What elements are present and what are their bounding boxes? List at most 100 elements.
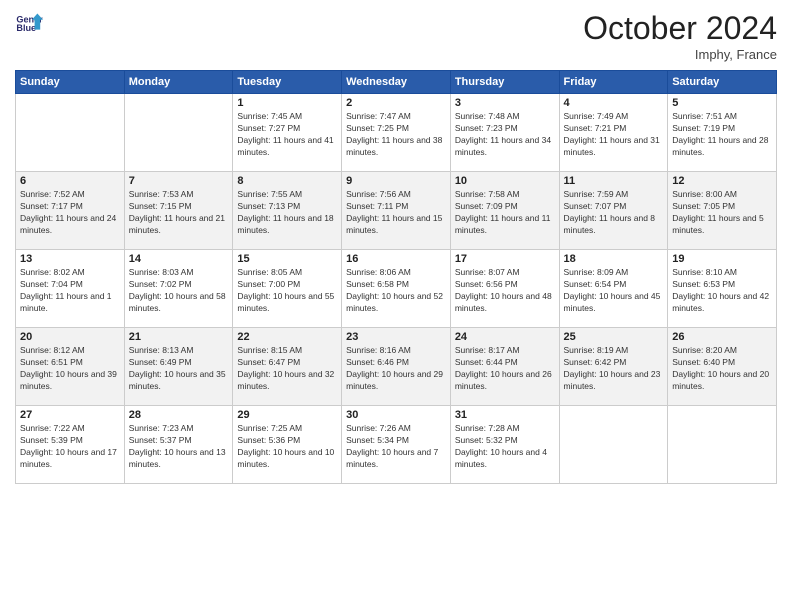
day-number: 23 [346, 331, 446, 343]
weekday-header: Wednesday [342, 71, 451, 94]
day-number: 22 [237, 331, 337, 343]
day-info: Sunrise: 8:20 AMSunset: 6:40 PMDaylight:… [672, 345, 772, 393]
day-number: 11 [564, 175, 664, 187]
calendar-cell: 15 Sunrise: 8:05 AMSunset: 7:00 PMDayligh… [233, 250, 342, 328]
day-number: 14 [129, 253, 229, 265]
day-info: Sunrise: 7:26 AMSunset: 5:34 PMDaylight:… [346, 423, 446, 471]
day-info: Sunrise: 7:55 AMSunset: 7:13 PMDaylight:… [237, 189, 337, 237]
day-info: Sunrise: 7:58 AMSunset: 7:09 PMDaylight:… [455, 189, 555, 237]
day-number: 26 [672, 331, 772, 343]
day-number: 5 [672, 97, 772, 109]
day-number: 6 [20, 175, 120, 187]
calendar-cell: 24 Sunrise: 8:17 AMSunset: 6:44 PMDayligh… [450, 328, 559, 406]
day-number: 27 [20, 409, 120, 421]
day-info: Sunrise: 7:23 AMSunset: 5:37 PMDaylight:… [129, 423, 229, 471]
calendar-cell: 25 Sunrise: 8:19 AMSunset: 6:42 PMDayligh… [559, 328, 668, 406]
calendar-cell: 10 Sunrise: 7:58 AMSunset: 7:09 PMDayligh… [450, 172, 559, 250]
calendar-cell: 22 Sunrise: 8:15 AMSunset: 6:47 PMDayligh… [233, 328, 342, 406]
day-number: 28 [129, 409, 229, 421]
day-info: Sunrise: 7:53 AMSunset: 7:15 PMDaylight:… [129, 189, 229, 237]
logo: General Blue [15, 10, 47, 38]
calendar-cell: 14 Sunrise: 8:03 AMSunset: 7:02 PMDayligh… [124, 250, 233, 328]
day-number: 20 [20, 331, 120, 343]
calendar-cell: 6 Sunrise: 7:52 AMSunset: 7:17 PMDaylight… [16, 172, 125, 250]
day-info: Sunrise: 7:45 AMSunset: 7:27 PMDaylight:… [237, 111, 337, 159]
day-info: Sunrise: 8:13 AMSunset: 6:49 PMDaylight:… [129, 345, 229, 393]
calendar-page: General Blue October 2024 Imphy, France … [0, 0, 792, 612]
day-info: Sunrise: 8:17 AMSunset: 6:44 PMDaylight:… [455, 345, 555, 393]
calendar-cell: 27 Sunrise: 7:22 AMSunset: 5:39 PMDayligh… [16, 406, 125, 484]
calendar-cell: 13Sunrise: 8:02 AMSunset: 7:04 PMDayligh… [16, 250, 125, 328]
day-number: 24 [455, 331, 555, 343]
day-number: 10 [455, 175, 555, 187]
calendar-cell [559, 406, 668, 484]
weekday-header: Thursday [450, 71, 559, 94]
day-info: Sunrise: 8:09 AMSunset: 6:54 PMDaylight:… [564, 267, 664, 315]
calendar-week-row: 1 Sunrise: 7:45 AMSunset: 7:27 PMDaylight… [16, 94, 777, 172]
calendar-cell: 30 Sunrise: 7:26 AMSunset: 5:34 PMDayligh… [342, 406, 451, 484]
day-info: Sunrise: 7:22 AMSunset: 5:39 PMDaylight:… [20, 423, 120, 471]
day-number: 31 [455, 409, 555, 421]
day-info: Sunrise: 8:10 AMSunset: 6:53 PMDaylight:… [672, 267, 772, 315]
day-info: Sunrise: 8:00 AMSunset: 7:05 PMDaylight:… [672, 189, 772, 237]
location: Imphy, France [583, 47, 777, 62]
calendar-week-row: 6 Sunrise: 7:52 AMSunset: 7:17 PMDaylight… [16, 172, 777, 250]
weekday-header: Sunday [16, 71, 125, 94]
weekday-header: Friday [559, 71, 668, 94]
calendar-cell: 28 Sunrise: 7:23 AMSunset: 5:37 PMDayligh… [124, 406, 233, 484]
day-info: Sunrise: 7:52 AMSunset: 7:17 PMDaylight:… [20, 189, 120, 237]
calendar-cell: 31 Sunrise: 7:28 AMSunset: 5:32 PMDayligh… [450, 406, 559, 484]
day-number: 3 [455, 97, 555, 109]
day-info: Sunrise: 8:16 AMSunset: 6:46 PMDaylight:… [346, 345, 446, 393]
calendar-cell: 7Sunrise: 7:53 AMSunset: 7:15 PMDaylight… [124, 172, 233, 250]
day-number: 19 [672, 253, 772, 265]
day-info: Sunrise: 8:19 AMSunset: 6:42 PMDaylight:… [564, 345, 664, 393]
calendar-cell: 2Sunrise: 7:47 AMSunset: 7:25 PMDaylight… [342, 94, 451, 172]
day-info: Sunrise: 7:48 AMSunset: 7:23 PMDaylight:… [455, 111, 555, 159]
day-info: Sunrise: 7:47 AMSunset: 7:25 PMDaylight:… [346, 111, 446, 159]
day-number: 15 [237, 253, 337, 265]
header: General Blue October 2024 Imphy, France [15, 10, 777, 62]
day-info: Sunrise: 7:28 AMSunset: 5:32 PMDaylight:… [455, 423, 555, 471]
calendar-cell [668, 406, 777, 484]
calendar-week-row: 13Sunrise: 8:02 AMSunset: 7:04 PMDayligh… [16, 250, 777, 328]
day-number: 8 [237, 175, 337, 187]
calendar-cell: 21 Sunrise: 8:13 AMSunset: 6:49 PMDayligh… [124, 328, 233, 406]
day-number: 4 [564, 97, 664, 109]
header-row: SundayMondayTuesdayWednesdayThursdayFrid… [16, 71, 777, 94]
calendar-cell: 17Sunrise: 8:07 AMSunset: 6:56 PMDayligh… [450, 250, 559, 328]
calendar-cell: 9 Sunrise: 7:56 AMSunset: 7:11 PMDaylight… [342, 172, 451, 250]
calendar-cell: 11 Sunrise: 7:59 AMSunset: 7:07 PMDayligh… [559, 172, 668, 250]
day-info: Sunrise: 8:05 AMSunset: 7:00 PMDaylight:… [237, 267, 337, 315]
calendar-cell: 4Sunrise: 7:49 AMSunset: 7:21 PMDaylight… [559, 94, 668, 172]
calendar-cell: 16Sunrise: 8:06 AMSunset: 6:58 PMDayligh… [342, 250, 451, 328]
weekday-header: Tuesday [233, 71, 342, 94]
calendar-week-row: 27 Sunrise: 7:22 AMSunset: 5:39 PMDayligh… [16, 406, 777, 484]
day-info: Sunrise: 8:03 AMSunset: 7:02 PMDaylight:… [129, 267, 229, 315]
day-number: 25 [564, 331, 664, 343]
month-title: October 2024 [583, 10, 777, 47]
day-number: 13 [20, 253, 120, 265]
day-number: 9 [346, 175, 446, 187]
day-number: 1 [237, 97, 337, 109]
day-info: Sunrise: 8:15 AMSunset: 6:47 PMDaylight:… [237, 345, 337, 393]
title-block: October 2024 Imphy, France [583, 10, 777, 62]
day-info: Sunrise: 7:59 AMSunset: 7:07 PMDaylight:… [564, 189, 664, 237]
calendar-cell: 26 Sunrise: 8:20 AMSunset: 6:40 PMDayligh… [668, 328, 777, 406]
day-number: 12 [672, 175, 772, 187]
day-info: Sunrise: 7:56 AMSunset: 7:11 PMDaylight:… [346, 189, 446, 237]
calendar-cell: 8 Sunrise: 7:55 AMSunset: 7:13 PMDaylight… [233, 172, 342, 250]
calendar-cell: 1 Sunrise: 7:45 AMSunset: 7:27 PMDaylight… [233, 94, 342, 172]
calendar-cell [16, 94, 125, 172]
day-info: Sunrise: 8:06 AMSunset: 6:58 PMDaylight:… [346, 267, 446, 315]
day-number: 21 [129, 331, 229, 343]
day-info: Sunrise: 7:25 AMSunset: 5:36 PMDaylight:… [237, 423, 337, 471]
calendar-week-row: 20Sunrise: 8:12 AMSunset: 6:51 PMDayligh… [16, 328, 777, 406]
logo-icon: General Blue [15, 10, 43, 38]
calendar-cell: 23 Sunrise: 8:16 AMSunset: 6:46 PMDayligh… [342, 328, 451, 406]
calendar-cell [124, 94, 233, 172]
calendar-cell: 3 Sunrise: 7:48 AMSunset: 7:23 PMDaylight… [450, 94, 559, 172]
day-info: Sunrise: 8:07 AMSunset: 6:56 PMDaylight:… [455, 267, 555, 315]
day-number: 30 [346, 409, 446, 421]
day-number: 18 [564, 253, 664, 265]
